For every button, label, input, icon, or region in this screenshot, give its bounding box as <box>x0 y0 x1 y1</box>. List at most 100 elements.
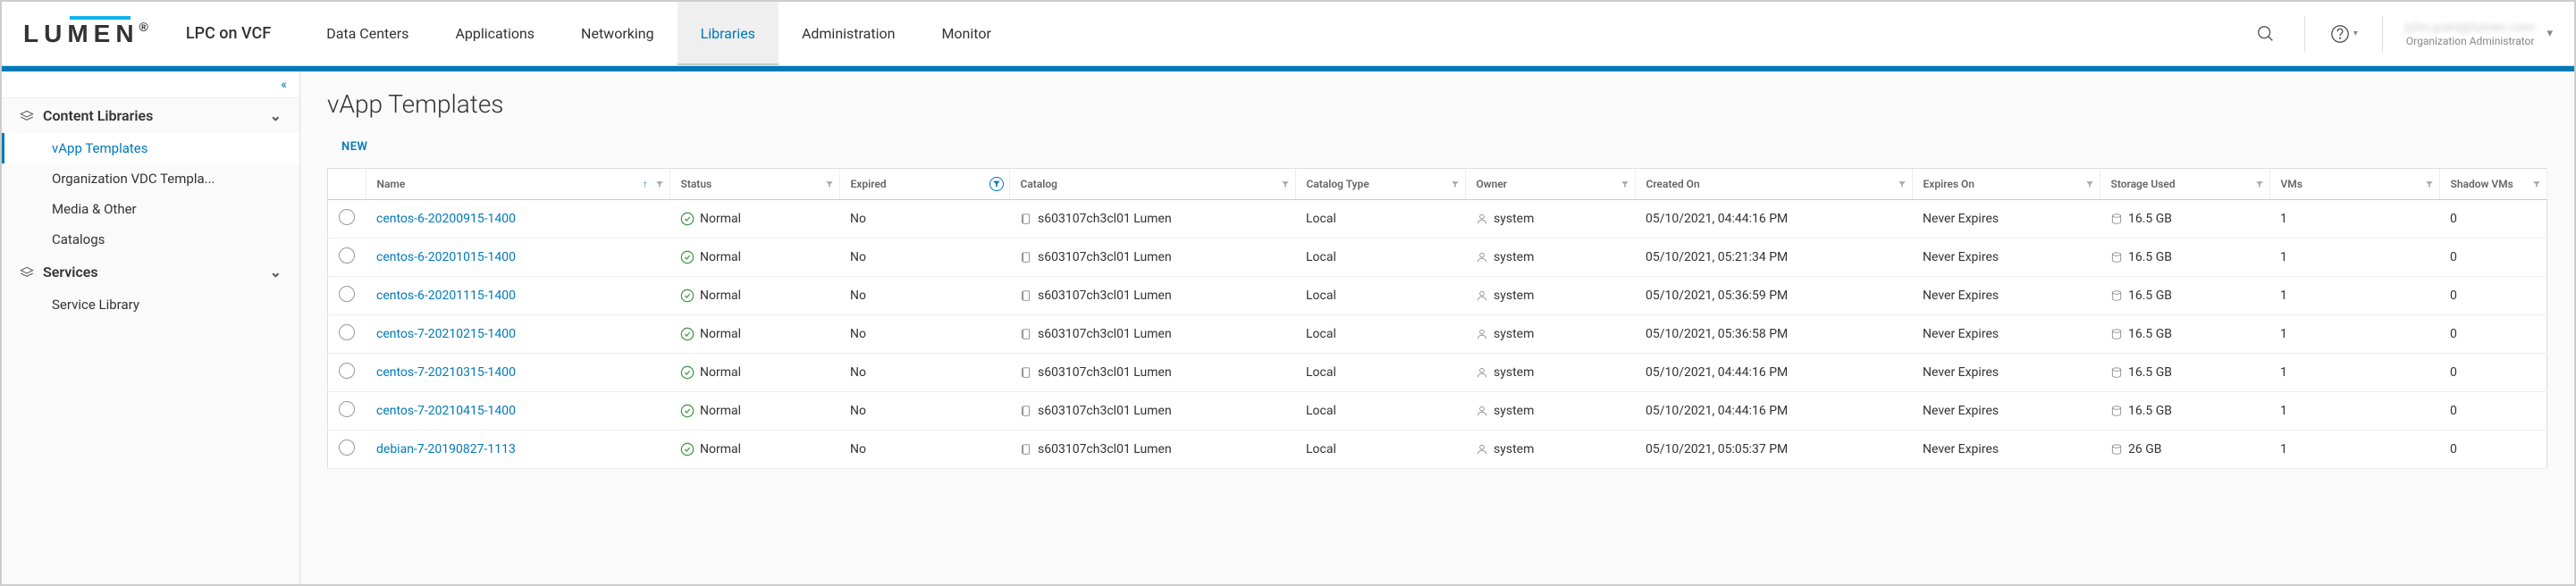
template-name-link[interactable]: centos-6-20201115-1400 <box>376 289 516 303</box>
sidebar-item-catalogs[interactable]: Catalogs <box>2 224 299 255</box>
nav-libraries[interactable]: Libraries <box>678 2 779 65</box>
expired-cell: No <box>839 354 1009 392</box>
col-vms[interactable]: VMs <box>2269 169 2439 200</box>
nav-monitor[interactable]: Monitor <box>918 2 1014 65</box>
table-row: debian-7-20190827-1113NormalNos603107ch3… <box>328 431 2547 469</box>
sidebar-item-service-library[interactable]: Service Library <box>2 289 299 320</box>
new-button[interactable]: NEW <box>341 140 367 154</box>
status-ok-icon <box>680 250 695 264</box>
owner-icon <box>1476 365 1488 380</box>
chevron-down-icon: ▾ <box>2353 29 2358 38</box>
shadow-vms-cell: 0 <box>2439 431 2547 469</box>
filter-icon[interactable] <box>1621 179 1629 190</box>
sidebar-section-services[interactable]: Services⌄ <box>2 255 299 289</box>
vapp-templates-table: Name↑StatusExpiredCatalogCatalog TypeOwn… <box>327 168 2547 469</box>
template-name-link[interactable]: centos-6-20200915-1400 <box>376 212 516 226</box>
created-cell: 05/10/2021, 04:44:16 PM <box>1635 200 1912 239</box>
col-shadow-vms[interactable]: Shadow VMs <box>2439 169 2547 200</box>
catalog-icon <box>1020 212 1032 226</box>
created-cell: 05/10/2021, 05:21:34 PM <box>1635 239 1912 277</box>
nav-data-centers[interactable]: Data Centers <box>303 2 432 65</box>
status-text: Normal <box>700 442 741 456</box>
col-expired[interactable]: Expired <box>839 169 1009 200</box>
collapse-sidebar-icon[interactable]: « <box>281 78 287 92</box>
col-select[interactable] <box>328 169 366 200</box>
catalog-type-cell: Local <box>1295 354 1465 392</box>
sidebar-item-organization-vdc-templa-[interactable]: Organization VDC Templa... <box>2 163 299 194</box>
status-ok-icon <box>680 212 695 226</box>
col-owner[interactable]: Owner <box>1465 169 1635 200</box>
catalog-type-cell: Local <box>1295 392 1465 431</box>
owner-cell: system <box>1494 442 1534 456</box>
status-text: Normal <box>700 365 741 380</box>
template-name-link[interactable]: centos-7-20210315-1400 <box>376 365 516 380</box>
owner-icon <box>1476 327 1488 341</box>
col-created-on[interactable]: Created On <box>1635 169 1912 200</box>
shadow-vms-cell: 0 <box>2439 354 2547 392</box>
row-select-radio[interactable] <box>339 286 355 302</box>
col-name[interactable]: Name↑ <box>366 169 669 200</box>
filter-icon[interactable] <box>655 179 664 190</box>
row-select-radio[interactable] <box>339 209 355 225</box>
created-cell: 05/10/2021, 05:36:59 PM <box>1635 277 1912 315</box>
help-icon[interactable]: ▾ <box>2327 17 2361 51</box>
col-status[interactable]: Status <box>669 169 839 200</box>
expires-cell: Never Expires <box>1912 354 2100 392</box>
created-cell: 05/10/2021, 05:36:58 PM <box>1635 315 1912 354</box>
col-catalog-type[interactable]: Catalog Type <box>1295 169 1465 200</box>
template-name-link[interactable]: centos-6-20201015-1400 <box>376 250 516 264</box>
expired-cell: No <box>839 431 1009 469</box>
col-storage-used[interactable]: Storage Used <box>2100 169 2269 200</box>
storage-cell: 16.5 GB <box>2128 212 2172 226</box>
row-select-radio[interactable] <box>339 440 355 456</box>
vms-cell: 1 <box>2269 431 2439 469</box>
sidebar-item-media-other[interactable]: Media & Other <box>2 194 299 224</box>
sort-asc-icon[interactable]: ↑ <box>643 179 648 190</box>
sidebar-item-vapp-templates[interactable]: vApp Templates <box>2 133 299 163</box>
template-name-link[interactable]: debian-7-20190827-1113 <box>376 442 516 456</box>
table-row: centos-6-20201115-1400NormalNos603107ch3… <box>328 277 2547 315</box>
filter-icon[interactable] <box>2532 179 2541 190</box>
search-icon[interactable] <box>2249 17 2283 51</box>
row-select-radio[interactable] <box>339 363 355 379</box>
expires-cell: Never Expires <box>1912 277 2100 315</box>
template-name-link[interactable]: centos-7-20210415-1400 <box>376 404 516 418</box>
table-row: centos-7-20210415-1400NormalNos603107ch3… <box>328 392 2547 431</box>
user-email: john.grant@lumen.com <box>2404 21 2534 35</box>
nav-applications[interactable]: Applications <box>432 2 558 65</box>
col-catalog[interactable]: Catalog <box>1009 169 1295 200</box>
row-select-radio[interactable] <box>339 324 355 340</box>
nav-networking[interactable]: Networking <box>558 2 678 65</box>
col-expires-on[interactable]: Expires On <box>1912 169 2100 200</box>
owner-cell: system <box>1494 327 1534 341</box>
filter-icon[interactable] <box>1451 179 1460 190</box>
catalog-icon <box>1020 327 1032 341</box>
expired-cell: No <box>839 239 1009 277</box>
row-select-radio[interactable] <box>339 247 355 264</box>
shadow-vms-cell: 0 <box>2439 315 2547 354</box>
catalog-icon <box>1020 442 1032 456</box>
template-name-link[interactable]: centos-7-20210215-1400 <box>376 327 516 341</box>
status-text: Normal <box>700 327 741 341</box>
user-menu-chevron-icon[interactable]: ▾ <box>2547 27 2553 40</box>
stack-icon <box>20 107 34 124</box>
filter-icon[interactable] <box>1281 179 1290 190</box>
nav-administration[interactable]: Administration <box>779 2 919 65</box>
sidebar-section-content-libraries[interactable]: Content Libraries⌄ <box>2 98 299 133</box>
owner-icon <box>1476 250 1488 264</box>
created-cell: 05/10/2021, 04:44:16 PM <box>1635 392 1912 431</box>
catalog-icon <box>1020 250 1032 264</box>
filter-icon[interactable] <box>825 179 834 190</box>
filter-icon[interactable] <box>1898 179 1907 190</box>
vms-cell: 1 <box>2269 200 2439 239</box>
row-select-radio[interactable] <box>339 401 355 417</box>
catalog-cell: s603107ch3cl01 Lumen <box>1038 365 1172 380</box>
filter-icon[interactable] <box>2255 179 2264 190</box>
storage-cell: 16.5 GB <box>2128 250 2172 264</box>
filter-icon[interactable] <box>989 177 1004 191</box>
owner-icon <box>1476 442 1488 456</box>
site-name: LPC on VCF <box>186 24 271 43</box>
status-text: Normal <box>700 212 741 226</box>
filter-icon[interactable] <box>2425 179 2434 190</box>
filter-icon[interactable] <box>2085 179 2094 190</box>
